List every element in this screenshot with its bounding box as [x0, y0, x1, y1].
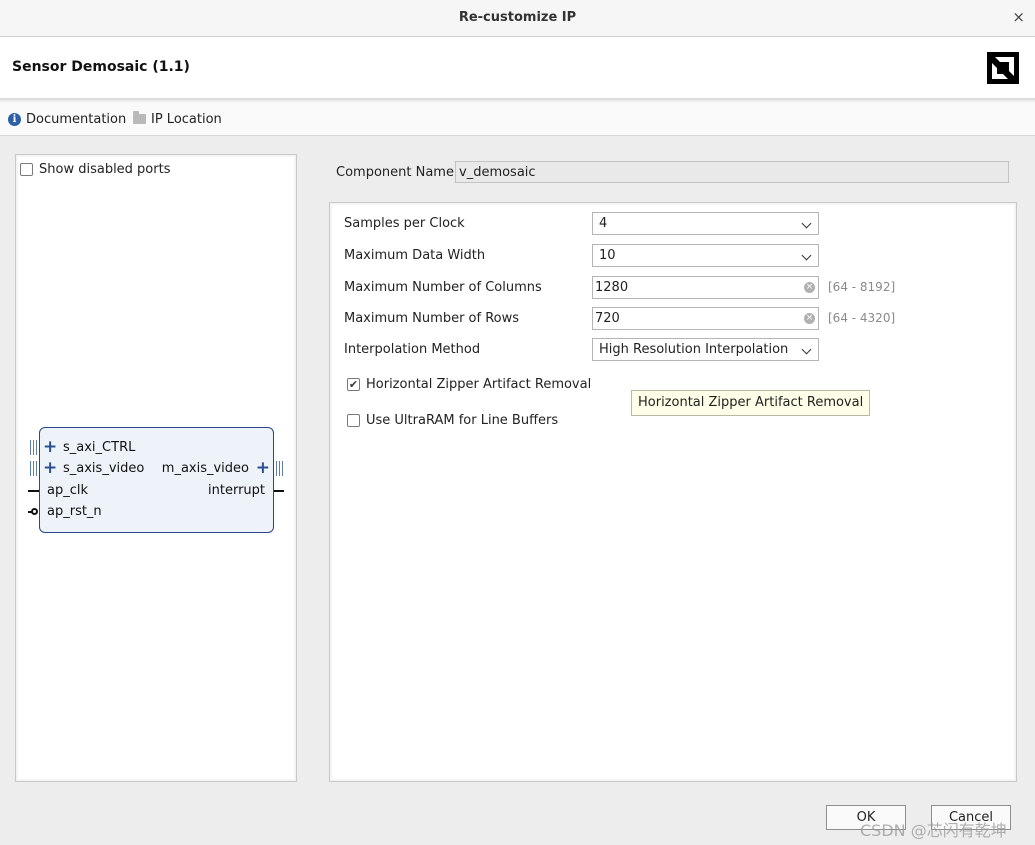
port-ap-rst-n: ap_rst_n	[47, 504, 102, 519]
folder-icon	[133, 111, 146, 124]
max-data-width-value: 10	[599, 248, 616, 263]
max-data-width-label: Maximum Data Width	[344, 248, 486, 263]
samples-per-clock-value: 4	[599, 216, 608, 231]
active-low-dot-icon	[31, 508, 38, 515]
ip-title: Sensor Demosaic (1.1)	[12, 59, 190, 75]
port-ap-clk: ap_clk	[47, 483, 89, 498]
max-rows-value: 720	[595, 311, 620, 326]
ultraram-checkbox[interactable]: Use UltraRAM for Line Buffers	[347, 413, 558, 428]
port-interrupt: interrupt	[208, 483, 265, 498]
tooltip: Horizontal Zipper Artifact Removal	[631, 390, 871, 416]
checkmark-icon: ✔	[347, 378, 360, 391]
max-rows-input[interactable]: 720 ×	[592, 307, 819, 330]
clear-icon[interactable]: ×	[804, 313, 815, 324]
ip-block-symbol: + s_axi_CTRL + s_axis_video ap_clk ap_rs…	[39, 427, 274, 533]
port-s-axi-ctrl: s_axi_CTRL	[63, 440, 136, 455]
expand-plus-icon[interactable]: +	[43, 439, 57, 456]
chevron-down-icon	[801, 218, 812, 229]
port-m-axis-video: m_axis_video	[161, 461, 249, 476]
max-columns-label: Maximum Number of Columns	[344, 280, 542, 295]
max-columns-range: [64 - 8192]	[828, 280, 896, 294]
amd-logo-icon	[987, 52, 1019, 84]
max-data-width-select[interactable]: 10	[592, 244, 819, 267]
ap-clk-wire	[28, 490, 39, 492]
interrupt-wire	[274, 490, 284, 492]
ip-location-link[interactable]: IP Location	[133, 110, 222, 128]
ip-location-label: IP Location	[151, 111, 222, 127]
zipper-removal-checkbox[interactable]: ✔ Horizontal Zipper Artifact Removal	[347, 377, 591, 392]
show-disabled-ports-label: Show disabled ports	[39, 162, 171, 177]
chevron-down-icon	[801, 250, 812, 261]
samples-per-clock-select[interactable]: 4	[592, 212, 819, 235]
ip-header: Sensor Demosaic (1.1)	[0, 37, 1035, 100]
port-s-axis-video: s_axis_video	[63, 461, 145, 476]
show-disabled-ports-checkbox[interactable]: Show disabled ports	[20, 162, 170, 177]
max-rows-range: [64 - 4320]	[828, 311, 896, 325]
interpolation-method-select[interactable]: High Resolution Interpolation	[592, 338, 819, 361]
watermark: CSDN @芯闪有乾坤	[860, 821, 1007, 840]
checkbox-box	[347, 414, 360, 427]
ultraram-label: Use UltraRAM for Line Buffers	[366, 413, 559, 428]
checkbox-box	[20, 163, 33, 176]
clear-icon[interactable]: ×	[804, 282, 815, 293]
window-title: Re-customize IP	[458, 10, 577, 25]
component-name-label: Component Name	[336, 165, 454, 180]
title-bar: Re-customize IP ×	[0, 0, 1035, 37]
close-icon[interactable]: ×	[1012, 8, 1025, 26]
component-name-field[interactable]: v_demosaic	[455, 161, 1009, 183]
expand-plus-icon[interactable]: +	[43, 460, 57, 477]
zipper-removal-label: Horizontal Zipper Artifact Removal	[366, 377, 592, 392]
info-icon: i	[8, 112, 21, 126]
interpolation-method-label: Interpolation Method	[344, 342, 481, 357]
samples-per-clock-label: Samples per Clock	[344, 216, 465, 231]
max-rows-label: Maximum Number of Rows	[344, 311, 520, 326]
expand-plus-icon[interactable]: +	[256, 460, 270, 477]
documentation-label: Documentation	[26, 111, 127, 127]
ip-toolbar: i Documentation IP Location	[0, 102, 1035, 136]
max-columns-input[interactable]: 1280 ×	[592, 276, 819, 299]
interpolation-method-value: High Resolution Interpolation	[599, 342, 789, 357]
max-columns-value: 1280	[595, 280, 629, 295]
chevron-down-icon	[801, 344, 812, 355]
bus-interface-marks-icon	[273, 461, 284, 476]
documentation-link[interactable]: i Documentation	[8, 110, 126, 128]
